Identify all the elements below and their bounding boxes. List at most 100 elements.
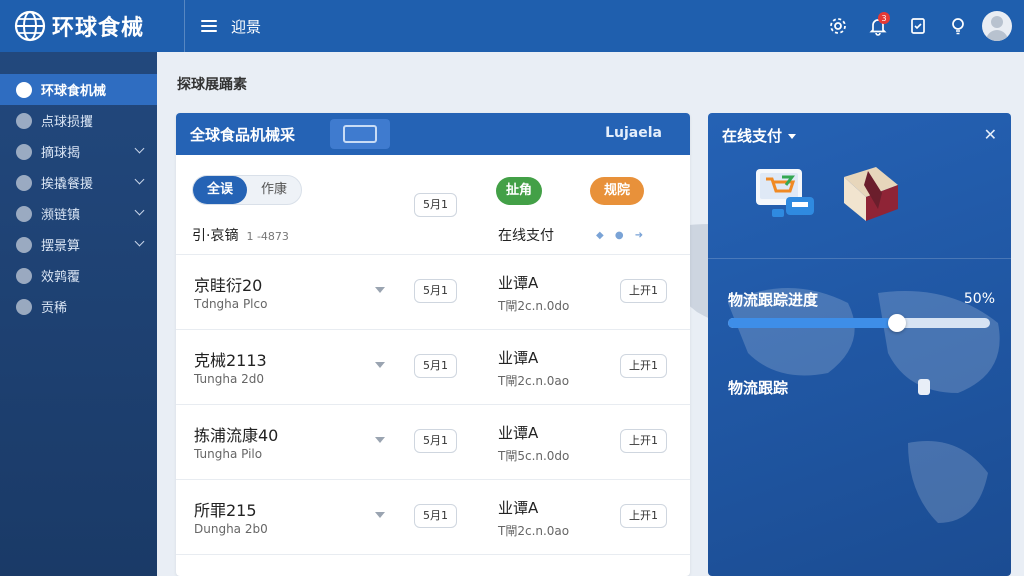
row-vendor-sub: T閘2c.n.0ao [498, 374, 570, 388]
product-list-card: 全球食品机械采 Lujaela 全误 作康 5月1 扯角 规院 引·哀镝 1 -4… [176, 113, 690, 576]
table-row[interactable]: 所罪215 Dungha 2b0 5月1 业谭A T閘2c.n.0ao 上开1 [176, 480, 690, 555]
row-action-button[interactable]: 上开1 [620, 429, 667, 453]
table-row[interactable]: 克械2113 Tungha 2d0 5月1 业谭A T閘2c.n.0ao 上开1 [176, 330, 690, 405]
segment-other[interactable]: 作康 [247, 176, 301, 204]
progress-slider[interactable] [728, 314, 990, 332]
chevron-down-icon [134, 205, 145, 216]
status-badge-orange[interactable]: 规院 [590, 177, 645, 205]
chevron-down-icon[interactable] [375, 512, 385, 518]
row-vendor-sub: T閘2c.n.0ao [498, 524, 570, 538]
row-date-button[interactable]: 5月1 [414, 504, 457, 528]
shopping-cart-icon [756, 169, 814, 217]
row-vendor: 业谭A [498, 274, 539, 292]
table-row[interactable]: 京眭衍20 Tdngha Plco 5月1 业谭A T閘2c.n.0do 上开1 [176, 255, 690, 330]
chevron-down-icon[interactable] [375, 362, 385, 368]
sidebar-item-1[interactable]: 点球损攫 [0, 105, 157, 136]
user-avatar[interactable] [982, 11, 1012, 41]
sidebar-icon [16, 81, 32, 98]
clipboard-icon [911, 18, 925, 34]
help-button[interactable] [938, 6, 978, 46]
tracking-toggle[interactable] [918, 379, 930, 395]
row-vendor-sub: T閘2c.n.0do [498, 299, 570, 313]
row-action-button[interactable]: 上开1 [620, 354, 667, 378]
row-name: 京眭衍20 [194, 276, 263, 295]
tracking-label: 物流跟踪 [728, 379, 789, 397]
globe-icon [14, 10, 46, 42]
app-title: 环球食械 [52, 16, 145, 41]
segment-control: 全误 作康 [192, 175, 303, 205]
catalog-book-icon [844, 167, 898, 221]
sidebar-icon [16, 236, 32, 253]
filter-label: 引·哀镝 1 -4873 [192, 225, 289, 245]
main-area: 探球展踊素 全球食品机械采 Lujaela 全误 作康 5月1 扯角 规院 引·… [157, 52, 1024, 576]
sidebar-item-label: 效鹑覆 [41, 270, 81, 285]
filter-label-text: 引·哀镝 [192, 228, 239, 244]
progress-label: 物流跟踪进度 [728, 291, 819, 309]
sidebar-item-5[interactable]: 摆景算 [0, 229, 157, 260]
segment-all[interactable]: 全误 [193, 176, 248, 204]
filter-label-sub: 1 -4873 [246, 230, 289, 243]
sidebar-icon [16, 267, 32, 284]
sidebar-icon [16, 112, 32, 129]
row-sub: Tungha 2d0 [194, 372, 264, 386]
menu-label: 迎景 [231, 17, 262, 36]
list-banner: 全球食品机械采 Lujaela [176, 113, 690, 155]
app-logo[interactable]: 环球食械 [0, 0, 185, 52]
row-name: 克械2113 [194, 351, 267, 370]
hamburger-icon [201, 17, 217, 35]
row-date-button[interactable]: 5月1 [414, 279, 457, 303]
status-badge-green[interactable]: 扯角 [496, 177, 543, 205]
page-title: 探球展踊素 [177, 77, 247, 93]
slider-handle[interactable] [887, 314, 906, 332]
panel-divider [708, 258, 1011, 259]
caret-down-icon [788, 134, 797, 139]
row-vendor-sub: T閘5c.n.0do [498, 449, 570, 463]
sidebar-item-6[interactable]: 效鹑覆 [0, 260, 157, 291]
sidebar-icon [16, 174, 32, 191]
row-action-button[interactable]: 上开1 [620, 504, 667, 528]
sidebar-item-0[interactable]: 环球食机械 [0, 74, 157, 105]
menu-toggle[interactable]: 迎景 [201, 16, 261, 37]
top-header: 环球食械 迎景 3 [0, 0, 1024, 52]
row-date-button[interactable]: 5月1 [414, 429, 457, 453]
row-date-button[interactable]: 5月1 [414, 354, 457, 378]
panel-title-dropdown[interactable]: 在线支付 [722, 125, 797, 146]
sidebar-item-3[interactable]: 挨撬餐援 [0, 167, 157, 198]
row-sub: Tdngha Plco [194, 297, 268, 311]
chevron-down-icon[interactable] [375, 437, 385, 443]
chevron-down-icon [134, 143, 145, 154]
progress-fill [728, 318, 897, 328]
header-actions: 3 [818, 0, 1012, 52]
payment-panel: 在线支付 ✕ 物流跟踪进度 50% 物流跟踪 [708, 113, 1011, 576]
sidebar-item-4[interactable]: 濒链镇 [0, 198, 157, 229]
sidebar-item-2[interactable]: 摘球揭 [0, 136, 157, 167]
row-name: 拣浦流康40 [194, 426, 279, 445]
location-pin-icon [16, 298, 32, 315]
row-vendor: 业谭A [498, 424, 539, 442]
tasks-button[interactable] [898, 6, 938, 46]
row-name: 所罪215 [194, 501, 257, 520]
sidebar-icon [16, 205, 32, 222]
chevron-down-icon[interactable] [375, 287, 385, 293]
date-button[interactable]: 5月1 [414, 193, 457, 217]
progress-percent: 50% [963, 291, 995, 307]
sidebar-item-7[interactable]: 贡稀 [0, 291, 157, 322]
row-sub: Dungha 2b0 [194, 522, 268, 536]
row-vendor: 业谭A [498, 349, 539, 367]
banner-title: 全球食品机械采 [190, 125, 296, 144]
sidebar-item-label: 挨撬餐援 [41, 177, 94, 192]
sidebar-item-label: 点球损攫 [41, 115, 94, 130]
panel-title: 在线支付 [722, 127, 783, 145]
payment-method-icons: ◆ ● ➜ [596, 230, 648, 241]
settings-button[interactable] [818, 6, 858, 46]
card-icon[interactable] [330, 119, 390, 149]
chevron-down-icon [134, 236, 145, 247]
notification-badge: 3 [878, 12, 890, 24]
sidebar-item-label: 环球食机械 [41, 84, 107, 99]
notifications-button[interactable]: 3 [858, 6, 898, 46]
row-action-button[interactable]: 上开1 [620, 279, 667, 303]
payment-label: 在线支付 [498, 228, 554, 244]
table-row[interactable]: 拣浦流康40 Tungha Pilo 5月1 业谭A T閘5c.n.0do 上开… [176, 405, 690, 480]
close-icon[interactable]: ✕ [984, 125, 997, 144]
sidebar-item-label: 贡稀 [41, 301, 68, 316]
